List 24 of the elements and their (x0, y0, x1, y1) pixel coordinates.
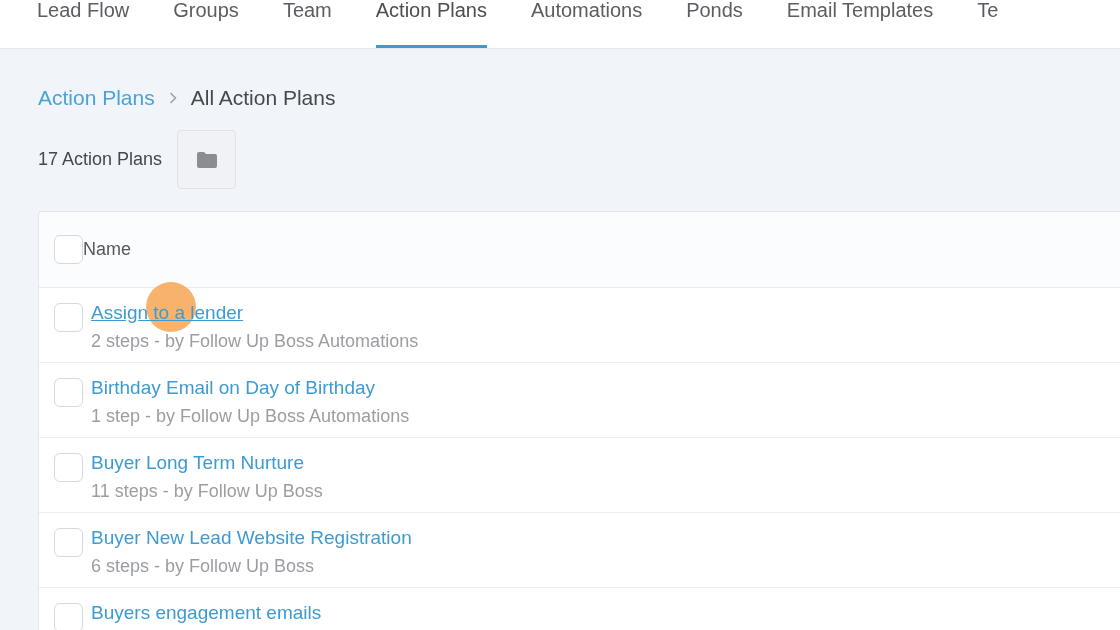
folder-button[interactable] (177, 130, 237, 189)
nav-tab[interactable]: Lead Flow (37, 0, 130, 48)
nav-tab[interactable]: Te (977, 0, 999, 48)
row-checkbox[interactable] (54, 453, 83, 482)
nav-tab[interactable]: Groups (173, 0, 239, 48)
row-checkbox[interactable] (54, 378, 83, 407)
column-header: Name (83, 239, 131, 260)
select-all-checkbox[interactable] (54, 235, 83, 264)
breadcrumb-current: All Action Plans (190, 86, 336, 110)
nav-tab[interactable]: Automations (530, 0, 643, 48)
chevron-right-icon (168, 92, 177, 104)
row-checkbox[interactable] (54, 528, 83, 557)
nav-tab[interactable]: Email Templates (786, 0, 934, 48)
row-checkbox[interactable] (54, 303, 83, 332)
folder-icon (196, 151, 217, 168)
nav-tab[interactable]: Action Plans (375, 0, 487, 48)
nav-tab[interactable]: Ponds (686, 0, 743, 48)
action-plan-details: 11 steps - by Follow Up Boss (91, 480, 323, 502)
action-plan-details: 6 steps - by Follow Up Boss (91, 555, 315, 577)
row-checkbox[interactable] (54, 603, 83, 630)
nav-tab[interactable]: Team (282, 0, 332, 48)
action-plan-details: 1 step - by Follow Up Boss Automations (91, 405, 410, 427)
action-plan-details: 2 steps - by Follow Up Boss Automations (91, 330, 419, 352)
plan-count: 17 Action Plans (38, 149, 163, 170)
